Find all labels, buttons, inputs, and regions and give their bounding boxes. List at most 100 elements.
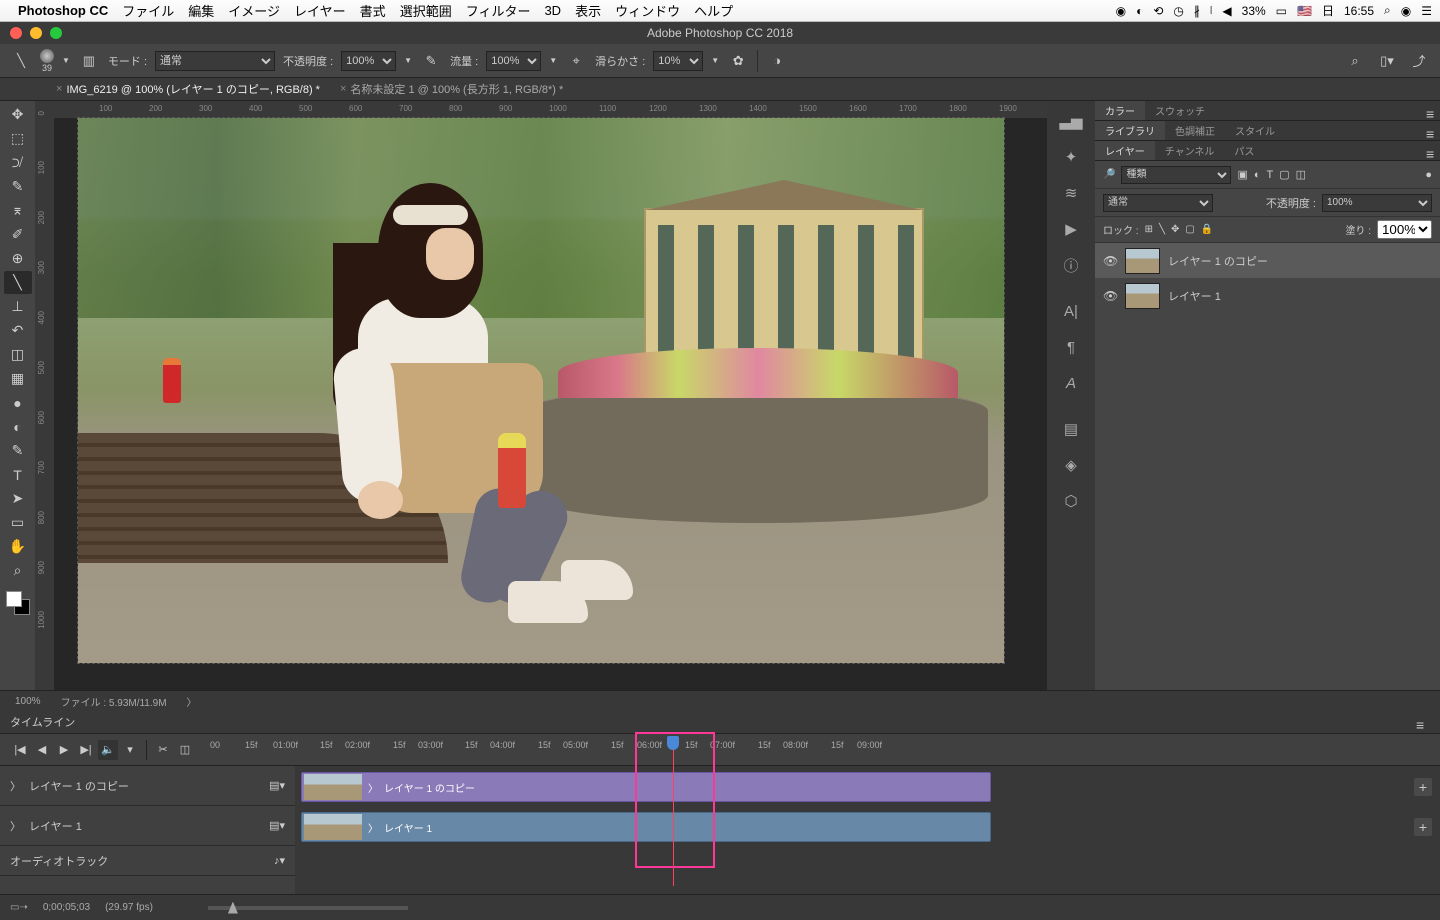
glyph-icon[interactable]: A: [1061, 373, 1081, 393]
tab-library[interactable]: ライブラリ: [1095, 121, 1165, 140]
tab-document-2[interactable]: ×名称未設定 1 @ 100% (長方形 1, RGB/8*) *: [330, 81, 573, 97]
first-frame-button[interactable]: |◀: [10, 740, 30, 760]
eyedropper-tool[interactable]: ✐: [4, 223, 32, 246]
track-lanes[interactable]: 〉 レイヤー 1 のコピー + 〉 レイヤー 1 +: [295, 766, 1440, 894]
next-frame-button[interactable]: ▶|: [76, 740, 96, 760]
track-header[interactable]: 〉 レイヤー 1 ▤▾: [0, 806, 295, 846]
spotlight-icon[interactable]: ⌕: [1384, 3, 1391, 18]
layer-row[interactable]: 👁 レイヤー 1 のコピー: [1095, 243, 1440, 278]
menu-layer[interactable]: レイヤー: [294, 1, 346, 20]
layer-name[interactable]: レイヤー 1 のコピー: [1168, 253, 1268, 269]
layer-filter-select[interactable]: 種類: [1121, 166, 1231, 184]
menu-window[interactable]: ウィンドウ: [615, 1, 680, 20]
layer-opacity-select[interactable]: 100%: [1322, 194, 1432, 212]
add-media-button[interactable]: +: [1414, 778, 1432, 796]
chevron-right-icon[interactable]: 〉: [10, 818, 21, 834]
marquee-tool[interactable]: ⬚: [4, 127, 32, 150]
layer-thumbnail[interactable]: [1125, 283, 1160, 309]
audio-track-header[interactable]: オーディオトラック ♪▾: [0, 846, 295, 876]
maximize-window-button[interactable]: [50, 27, 62, 39]
zoom-slider[interactable]: [208, 906, 408, 910]
pressure-opacity-icon[interactable]: ✎: [420, 50, 442, 72]
blend-mode-select[interactable]: 通常: [155, 51, 275, 71]
close-tab-icon[interactable]: ×: [56, 83, 62, 95]
chevron-down-icon[interactable]: ▼: [404, 56, 412, 65]
stamp-tool[interactable]: ⊥: [4, 295, 32, 318]
tab-layers[interactable]: レイヤー: [1095, 141, 1155, 160]
document-image[interactable]: [78, 118, 1004, 663]
filter-type-icon[interactable]: T: [1267, 169, 1274, 181]
histogram-icon[interactable]: ▃▅: [1061, 111, 1081, 131]
battery-label[interactable]: 33%: [1242, 4, 1266, 18]
brush-preview-icon[interactable]: [40, 49, 54, 63]
visibility-icon[interactable]: 👁: [1103, 289, 1117, 303]
pressure-size-icon[interactable]: ◑: [766, 50, 788, 72]
mute-button[interactable]: 🔈: [98, 740, 118, 760]
tab-styles[interactable]: スタイル: [1225, 121, 1285, 140]
share-icon[interactable]: ⤴: [1408, 50, 1430, 72]
properties-icon[interactable]: ▤: [1061, 419, 1081, 439]
tab-paths[interactable]: パス: [1224, 141, 1264, 160]
zoom-handle[interactable]: [228, 902, 238, 914]
search-icon[interactable]: ⌕: [1344, 50, 1366, 72]
bluetooth-icon[interactable]: ∦: [1194, 4, 1200, 18]
horizontal-ruler[interactable]: 100 200 300 400 500 600 700 800 900 1000…: [54, 101, 1047, 118]
chevron-right-icon[interactable]: 〉: [187, 694, 197, 709]
chevron-right-icon[interactable]: 〉: [368, 820, 378, 835]
lock-image-icon[interactable]: ╲: [1159, 224, 1165, 235]
panel-menu-icon[interactable]: [1426, 106, 1440, 116]
tab-channels[interactable]: チャンネル: [1155, 141, 1225, 160]
status-icon[interactable]: ◐: [1136, 4, 1143, 18]
healing-tool[interactable]: ⊕: [4, 247, 32, 270]
char-icon[interactable]: A|: [1061, 301, 1081, 321]
track-header[interactable]: 〉 レイヤー 1 のコピー ▤▾: [0, 766, 295, 806]
render-icon[interactable]: ▭➝: [10, 902, 28, 913]
panel-menu-icon[interactable]: [1426, 146, 1440, 156]
rectangle-tool[interactable]: ▭: [4, 511, 32, 534]
minimize-window-button[interactable]: [30, 27, 42, 39]
volume-icon[interactable]: ◀: [1222, 4, 1231, 18]
vertical-ruler[interactable]: 0 100 200 300 400 500 600 700 800 900 10…: [35, 101, 54, 690]
docinfo-value[interactable]: ファイル : 5.93M/11.9M: [61, 694, 167, 709]
opacity-select[interactable]: 100%: [341, 51, 396, 71]
filter-pixel-icon[interactable]: ▣: [1237, 168, 1247, 181]
airbrush-icon[interactable]: ⌖: [565, 50, 587, 72]
siri-icon[interactable]: ◉: [1401, 4, 1411, 18]
line-icon[interactable]: ◉: [1116, 4, 1126, 18]
track-menu-icon[interactable]: ▤▾: [269, 779, 285, 792]
type-tool[interactable]: T: [4, 463, 32, 486]
sync-icon[interactable]: ⟲: [1153, 4, 1163, 18]
timeline-ruler[interactable]: 00 15f 01:00f 15f 02:00f 15f 03:00f 15f …: [205, 734, 1440, 766]
color-swatches[interactable]: [6, 591, 30, 615]
split-clip-button[interactable]: ✂: [153, 740, 173, 760]
panel-menu-icon[interactable]: [1426, 126, 1440, 136]
wifi-icon[interactable]: ⧙: [1210, 3, 1213, 18]
menu-type[interactable]: 書式: [360, 1, 386, 20]
menu-3d[interactable]: 3D: [544, 3, 561, 18]
navigator-icon[interactable]: ✦: [1061, 147, 1081, 167]
layers-icon[interactable]: ◈: [1061, 455, 1081, 475]
brush-tool-icon[interactable]: ╲: [10, 50, 32, 72]
filter-toggle-icon[interactable]: ●: [1425, 169, 1432, 181]
chevron-right-icon[interactable]: 〉: [368, 780, 378, 795]
panel-menu-icon[interactable]: [1416, 717, 1430, 727]
foreground-color[interactable]: [6, 591, 22, 607]
tab-color[interactable]: カラー: [1095, 101, 1145, 120]
layer-row[interactable]: 👁 レイヤー 1: [1095, 278, 1440, 313]
dodge-tool[interactable]: ◐: [4, 415, 32, 438]
lock-trans-icon[interactable]: ⊞: [1145, 224, 1153, 235]
chevron-right-icon[interactable]: 〉: [10, 778, 21, 794]
move-tool[interactable]: ✥: [4, 103, 32, 126]
menu-edit[interactable]: 編集: [188, 1, 214, 20]
clock-icon[interactable]: ◷: [1173, 4, 1183, 18]
path-select-tool[interactable]: ➤: [4, 487, 32, 510]
layer-name[interactable]: レイヤー 1: [1168, 288, 1221, 304]
zoom-value[interactable]: 100%: [15, 696, 41, 707]
chevron-down-icon[interactable]: ▼: [62, 56, 70, 65]
close-window-button[interactable]: [10, 27, 22, 39]
layer-fill-select[interactable]: 100%: [1377, 220, 1432, 239]
brush-panel-icon[interactable]: ▥: [78, 50, 100, 72]
layer-thumbnail[interactable]: [1125, 248, 1160, 274]
menu-image[interactable]: イメージ: [228, 1, 280, 20]
app-name[interactable]: Photoshop CC: [18, 3, 108, 18]
